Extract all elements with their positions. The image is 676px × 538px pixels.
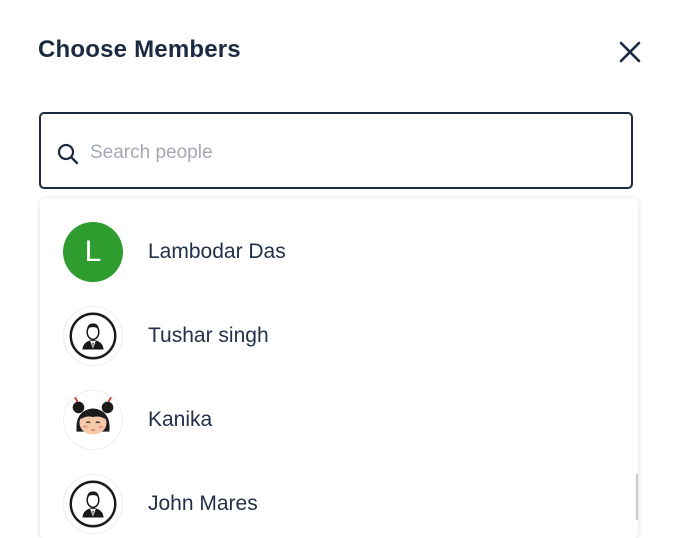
avatar [63,474,123,534]
member-dropdown: L Lambodar Das Tushar singh Kanika John … [40,198,638,538]
avatar: L [63,222,123,282]
member-name: Tushar singh [148,324,269,347]
member-name: Lambodar Das [148,240,286,263]
scrollbar-thumb[interactable] [636,474,638,520]
avatar [63,306,123,366]
member-name: Kanika [148,408,213,431]
member-name: John Mares [148,492,258,515]
member-item-lambodar-das[interactable]: L Lambodar Das [40,210,638,294]
close-button[interactable] [614,36,646,68]
search-icon [57,143,79,165]
dialog-title: Choose Members [38,36,241,63]
avatar [63,390,123,450]
search-input[interactable] [88,134,612,172]
businessman-avatar-icon [69,312,117,360]
member-item-john-mares[interactable]: John Mares [40,462,638,538]
close-icon [619,41,641,63]
girl-avatar-icon [72,396,114,435]
search-field[interactable] [39,112,633,189]
member-item-kanika[interactable]: Kanika [40,378,638,462]
businessman-avatar-icon [69,480,117,528]
member-item-tushar-singh[interactable]: Tushar singh [40,294,638,378]
